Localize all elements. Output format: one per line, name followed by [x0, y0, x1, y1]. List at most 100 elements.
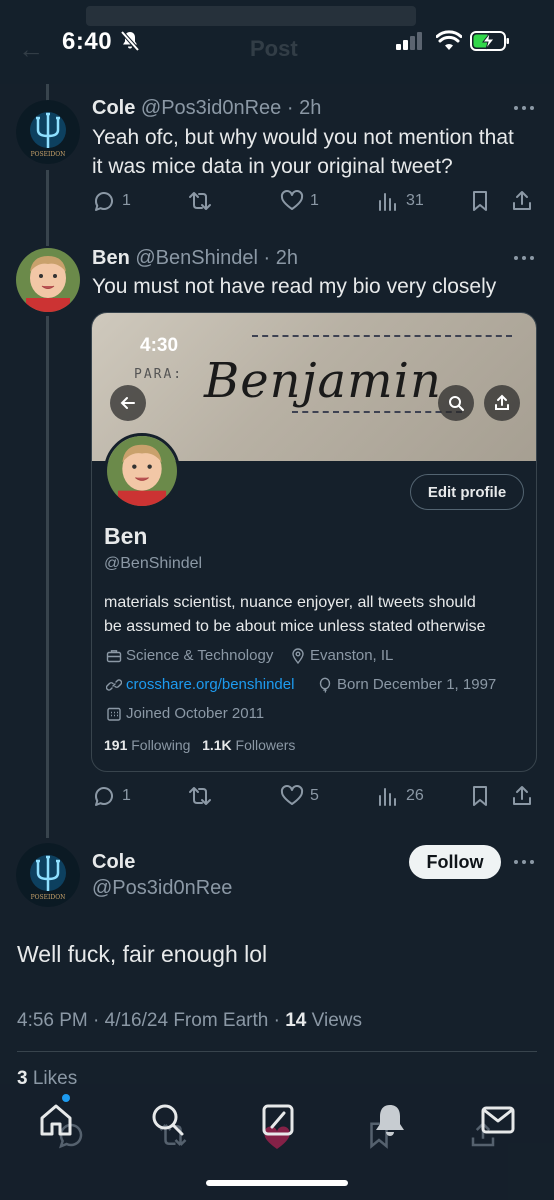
birthday-text: Born December 1, 1997	[337, 676, 497, 693]
category-text: Science & Technology	[126, 647, 274, 664]
banner-handwriting: Benjamin	[204, 353, 442, 409]
search-tab-icon[interactable]	[148, 1100, 188, 1140]
tweet-text-line: You must not have read my bio very close…	[92, 275, 497, 298]
share-button[interactable]	[510, 782, 534, 810]
bookmark-icon	[473, 191, 487, 211]
more-options-icon[interactable]	[512, 858, 536, 866]
share-icon	[513, 786, 531, 805]
like-button[interactable]: 1	[280, 187, 319, 215]
bookmark-button[interactable]	[468, 187, 492, 215]
reply-count: 1	[122, 787, 131, 804]
following-count[interactable]: 191	[104, 737, 127, 753]
share-icon	[495, 394, 509, 410]
notifications-tab-icon[interactable]	[370, 1100, 410, 1140]
bell-slash-icon	[120, 30, 140, 52]
search-icon	[449, 396, 464, 411]
tweet-age: 2h	[275, 247, 298, 269]
heart-icon	[280, 189, 304, 210]
tweet-text-line: Yeah ofc, but why would you not mention …	[92, 126, 514, 149]
banner-clock: 4:30	[140, 335, 179, 356]
tweet-author-line: Cole @Pos3id0nRee · 2h	[92, 97, 321, 120]
author-name[interactable]: Cole	[92, 97, 135, 119]
heart-icon	[280, 784, 304, 805]
views-count: 31	[406, 192, 424, 209]
tweet-actions: 1 5 26	[92, 782, 536, 810]
back-arrow-icon[interactable]: ←	[18, 34, 44, 65]
retweet-button[interactable]	[188, 782, 218, 810]
views-button[interactable]: 26	[376, 782, 424, 810]
views-button[interactable]: 31	[376, 187, 424, 215]
author-name[interactable]: Ben	[92, 247, 130, 269]
avatar[interactable]: POSEIDON	[16, 100, 80, 164]
header-title: Post	[250, 36, 298, 61]
analytics-icon	[379, 788, 396, 806]
child-photo-icon	[107, 436, 177, 506]
follow-stats: 191 Following 1.1K Followers	[104, 737, 295, 753]
tweet-age: 2h	[299, 97, 322, 119]
profile-website[interactable]: crosshare.org/benshindel	[106, 676, 294, 693]
website-text[interactable]: crosshare.org/benshindel	[126, 676, 294, 693]
following-label[interactable]: Following	[131, 737, 190, 753]
ghost-banner	[86, 6, 416, 26]
profile-joined: Joined October 2011	[106, 705, 264, 722]
wifi-icon	[436, 30, 462, 50]
more-options-icon[interactable]	[512, 104, 536, 112]
profile-name: Ben	[104, 523, 148, 549]
poseidon-trident-icon: POSEIDON	[16, 843, 80, 907]
share-button[interactable]	[510, 187, 534, 215]
unread-dot	[62, 1094, 70, 1102]
avatar[interactable]	[16, 248, 80, 312]
profile-location: Evanston, IL	[290, 647, 393, 664]
location-pin-icon	[292, 647, 304, 664]
status-bar: ← Post 6:40	[0, 0, 554, 84]
joined-text: Joined October 2011	[126, 705, 265, 722]
grok-tab-icon[interactable]	[258, 1100, 298, 1140]
home-tab-icon[interactable]	[36, 1100, 76, 1140]
bio-line: be assumed to be about mice unless state…	[104, 618, 486, 635]
child-photo-icon	[16, 248, 80, 312]
retweet-button[interactable]	[188, 187, 218, 215]
clock: 6:40	[62, 28, 113, 55]
messages-tab-icon[interactable]	[478, 1100, 518, 1140]
banner-back-button[interactable]	[110, 385, 146, 421]
profile-birthday: Born December 1, 1997	[317, 676, 496, 693]
tweet-author-line: Ben @BenShindel · 2h	[92, 247, 298, 270]
svg-text:POSEIDON: POSEIDON	[31, 151, 66, 158]
banner-dashed-line	[292, 411, 462, 413]
banner-dashed-line	[252, 335, 512, 337]
author-handle[interactable]: @BenShindel	[135, 247, 258, 269]
more-options-icon[interactable]	[512, 254, 536, 262]
author-handle[interactable]: @Pos3id0nRee	[141, 97, 281, 119]
profile-avatar	[104, 433, 180, 509]
home-indicator[interactable]	[206, 1180, 348, 1186]
timestamp-text: 4:56 PM · 4/16/24 From Earth ·	[17, 1010, 286, 1031]
divider	[17, 1051, 537, 1052]
reply-button[interactable]: 1	[92, 187, 131, 215]
followers-count[interactable]: 1.1K	[202, 737, 232, 753]
tweet-text: Yeah ofc, but why would you not mention …	[92, 123, 514, 181]
like-count: 1	[310, 192, 319, 209]
followers-label[interactable]: Followers	[236, 737, 296, 753]
cellular-signal-icon	[396, 32, 422, 50]
poseidon-trident-icon: POSEIDON	[16, 100, 80, 164]
follow-button[interactable]: Follow	[409, 845, 501, 879]
banner-share-button[interactable]	[484, 385, 520, 421]
reply-button[interactable]: 1	[92, 782, 131, 810]
like-button[interactable]: 5	[280, 782, 319, 810]
reply-icon	[95, 192, 113, 211]
views-count: 26	[406, 787, 424, 804]
author-handle[interactable]: @Pos3id0nRee	[92, 877, 232, 900]
thread-line	[46, 170, 49, 246]
analytics-icon	[379, 193, 396, 211]
bookmark-button[interactable]	[468, 782, 492, 810]
edit-profile-button[interactable]: Edit profile	[410, 474, 524, 510]
thread-line	[46, 316, 49, 838]
profile-screenshot-card[interactable]: 4:30 PARA: Benjamin Edit profile Ben @Be…	[91, 312, 537, 772]
bookmark-icon	[473, 786, 487, 806]
avatar[interactable]: POSEIDON	[16, 843, 80, 907]
retweet-icon	[189, 787, 211, 805]
author-name[interactable]: Cole	[92, 851, 135, 874]
separator-dot: ·	[257, 247, 276, 269]
calendar-icon	[107, 707, 121, 721]
banner-search-button[interactable]	[438, 385, 474, 421]
